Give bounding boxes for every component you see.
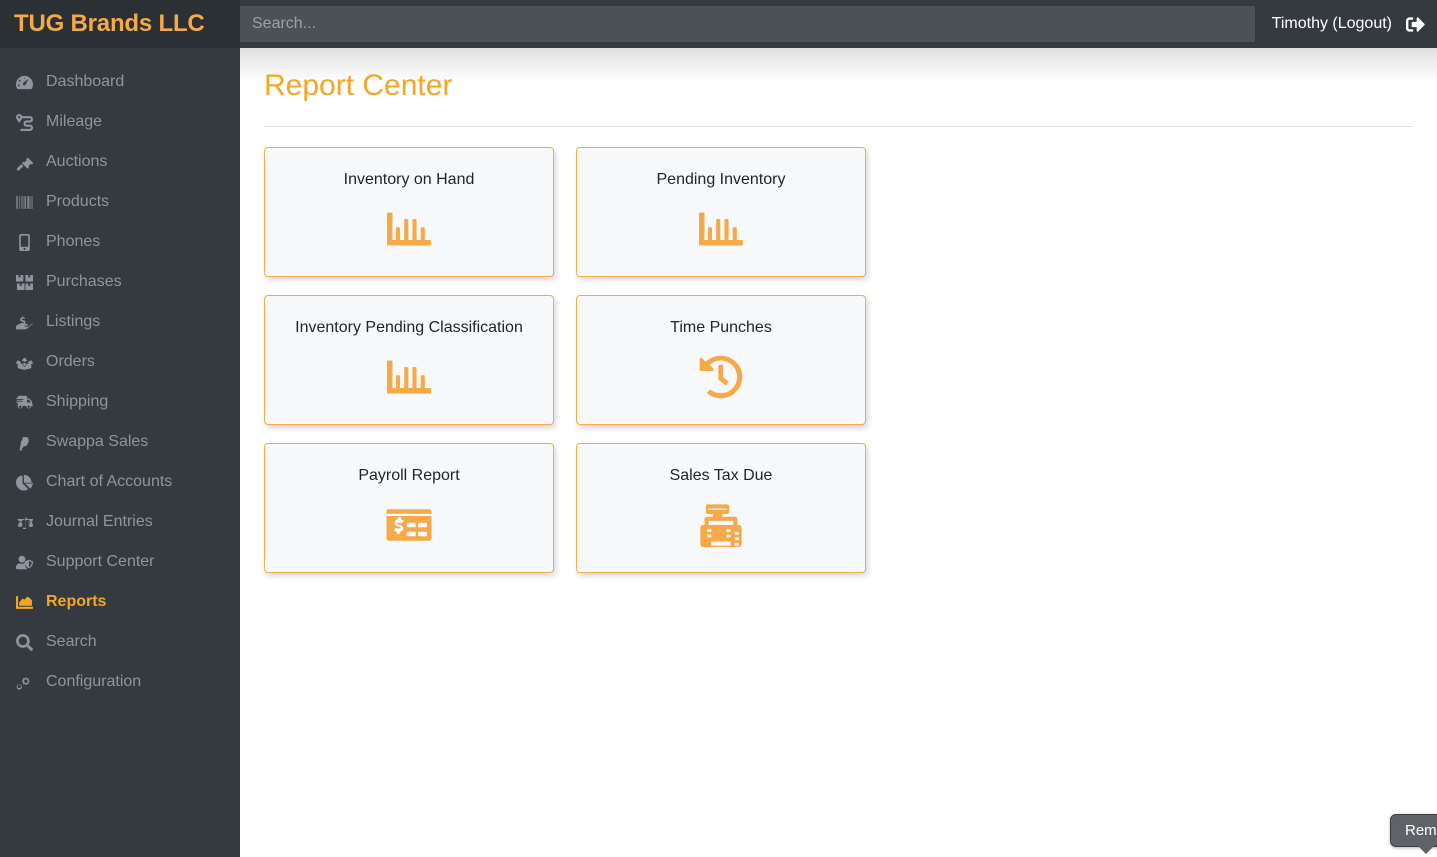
sidebar-item-chart-of-accounts[interactable]: Chart of Accounts [0, 462, 240, 502]
sidebar-nav: Dashboard Mileage Auctions Products Phones Pu… [0, 48, 240, 702]
title-divider [264, 126, 1413, 127]
report-card-inventory-on-hand[interactable]: Inventory on Hand [264, 147, 554, 277]
search-input[interactable] [240, 6, 1255, 42]
sidebar-item-label: Auctions [46, 153, 108, 170]
search-container [240, 0, 1262, 48]
sidebar-item-auctions[interactable]: Auctions [0, 142, 240, 182]
sidebar-item-label: Products [46, 193, 110, 210]
tachometer-icon [16, 73, 42, 91]
chart-pie-icon [16, 473, 42, 491]
sign-out-icon[interactable] [1406, 15, 1425, 34]
boxes-icon [16, 273, 42, 291]
report-card-title: Inventory on Hand [343, 171, 475, 188]
sidebar-item-phones[interactable]: Phones [0, 222, 240, 262]
chart-bar-icon [387, 207, 431, 251]
user-area: Timothy (Logout) [1262, 0, 1437, 48]
money-check-icon [384, 503, 434, 547]
chart-area-icon [16, 593, 42, 611]
cogs-icon [16, 673, 42, 691]
sidebar-item-swappa-sales[interactable]: Swappa Sales [0, 422, 240, 462]
app-root: TUG Brands LLC Dashboard Mileage Auctions P… [0, 0, 1437, 857]
history-icon [699, 355, 743, 399]
reminder-tooltip[interactable]: Remi [1389, 814, 1437, 854]
sidebar-item-label: Shipping [46, 393, 109, 410]
sidebar-item-mileage[interactable]: Mileage [0, 102, 240, 142]
sidebar-item-purchases[interactable]: Purchases [0, 262, 240, 302]
sidebar-item-label: Swappa Sales [46, 433, 149, 450]
sidebar-item-label: Support Center [46, 553, 155, 570]
content-area: Report Center Inventory on Hand Pending I… [240, 48, 1437, 857]
mobile-icon [16, 233, 42, 251]
report-card-time-punches[interactable]: Time Punches [576, 295, 866, 425]
report-card-inventory-pending-classification[interactable]: Inventory Pending Classification [264, 295, 554, 425]
sidebar-item-label: Orders [46, 353, 95, 370]
sidebar-item-label: Configuration [46, 673, 142, 690]
route-icon [16, 113, 42, 131]
user-logout-link[interactable]: Timothy (Logout) [1272, 15, 1392, 33]
top-bar: Timothy (Logout) [240, 0, 1437, 48]
report-card-pending-inventory[interactable]: Pending Inventory [576, 147, 866, 277]
sidebar-item-label: Phones [46, 233, 101, 250]
sidebar-item-label: Journal Entries [46, 513, 153, 530]
search-icon [16, 633, 42, 651]
sidebar-item-search[interactable]: Search [0, 622, 240, 662]
report-card-payroll-report[interactable]: Payroll Report [264, 443, 554, 573]
report-card-title: Payroll Report [358, 467, 460, 484]
gavel-icon [16, 153, 42, 171]
chart-bar-icon [699, 207, 743, 251]
sidebar-item-configuration[interactable]: Configuration [0, 662, 240, 702]
hand-holding-usd-icon [16, 313, 42, 331]
sidebar-item-journal-entries[interactable]: Journal Entries [0, 502, 240, 542]
sidebar-item-label: Reports [46, 593, 107, 610]
sidebar-item-listings[interactable]: Listings [0, 302, 240, 342]
sidebar-item-products[interactable]: Products [0, 182, 240, 222]
sidebar-item-label: Dashboard [46, 73, 125, 90]
cash-register-icon [699, 503, 743, 548]
sidebar: TUG Brands LLC Dashboard Mileage Auctions P… [0, 0, 240, 857]
sidebar-item-label: Purchases [46, 273, 122, 290]
report-card-title: Sales Tax Due [669, 467, 773, 484]
sidebar-item-dashboard[interactable]: Dashboard [0, 62, 240, 102]
page-title: Report Center [264, 69, 453, 102]
sidebar-item-label: Listings [46, 313, 101, 330]
sidebar-item-support-center[interactable]: Support Center [0, 542, 240, 582]
report-card-title: Inventory Pending Classification [295, 319, 523, 336]
chart-bar-icon [387, 355, 431, 399]
barcode-icon [16, 193, 42, 211]
sidebar-item-orders[interactable]: Orders [0, 342, 240, 382]
content-inner: Report Center Inventory on Hand Pending I… [240, 48, 1437, 591]
shipping-fast-icon [16, 393, 42, 411]
paypal-icon [16, 433, 42, 451]
box-open-icon [16, 353, 42, 371]
sidebar-item-label: Mileage [46, 113, 103, 130]
sidebar-item-shipping[interactable]: Shipping [0, 382, 240, 422]
report-card-sales-tax-due[interactable]: Sales Tax Due [576, 443, 866, 573]
balance-scale-icon [16, 513, 42, 531]
sidebar-item-label: Search [46, 633, 97, 650]
brand-title[interactable]: TUG Brands LLC [0, 0, 240, 48]
sidebar-item-reports[interactable]: Reports [0, 582, 240, 622]
sidebar-item-label: Chart of Accounts [46, 473, 173, 490]
user-shield-icon [16, 553, 42, 571]
report-card-grid: Inventory on Hand Pending Inventory Invent… [264, 147, 1199, 591]
main-area: Timothy (Logout) Report Center Inventory… [240, 0, 1437, 857]
report-card-title: Pending Inventory [656, 171, 786, 188]
report-card-title: Time Punches [670, 319, 772, 336]
